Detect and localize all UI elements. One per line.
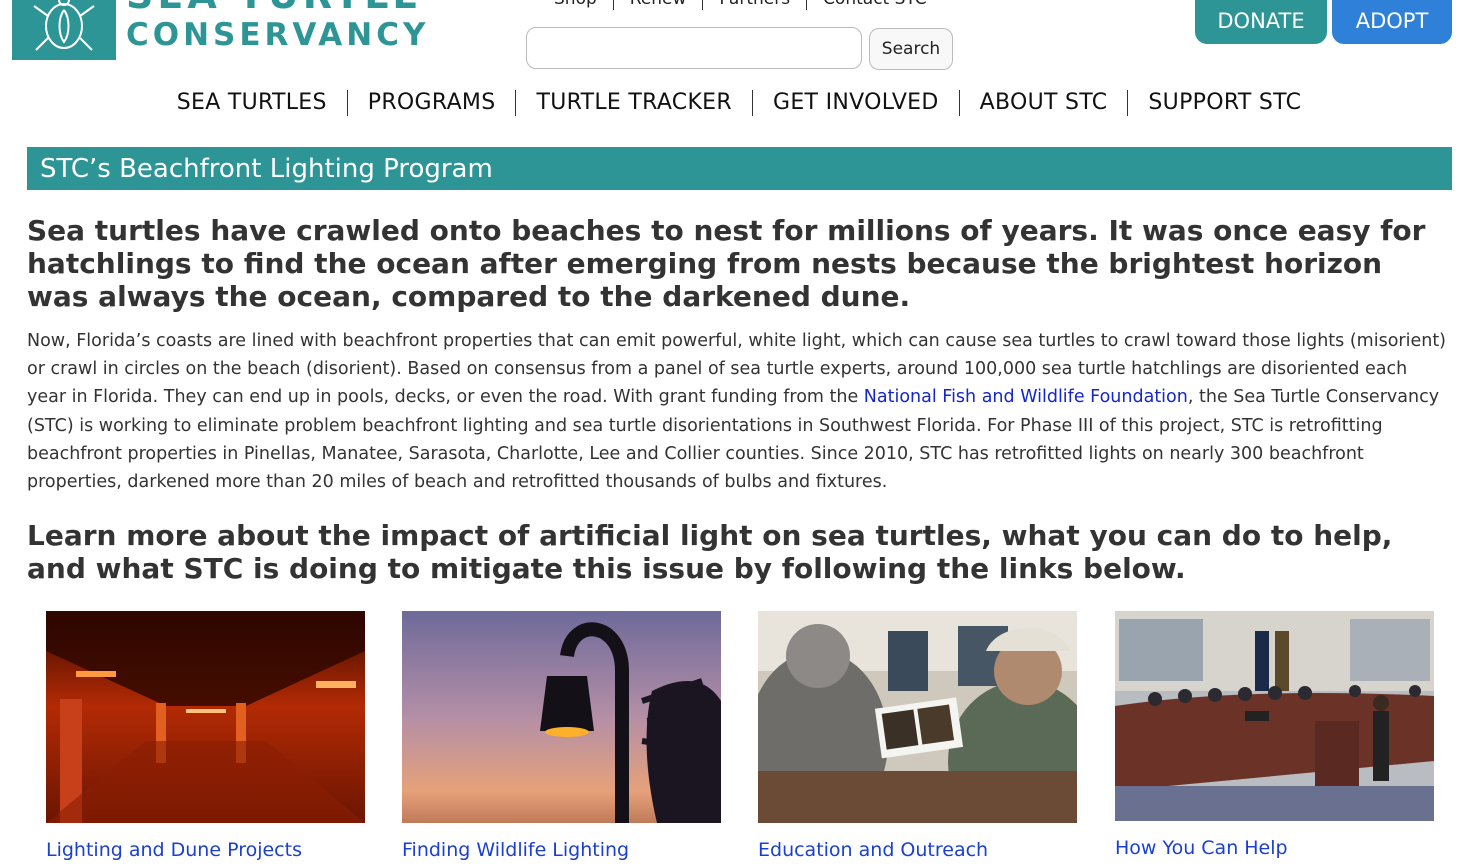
page-title-banner: STC’s Beachfront Lighting Program: [27, 147, 1452, 190]
street-lamp-image[interactable]: [402, 611, 721, 823]
nav-turtle-tracker[interactable]: TURTLE TRACKER: [516, 90, 753, 116]
utility-link-renew[interactable]: Renew: [614, 0, 704, 10]
card-lighting-dune-projects[interactable]: Lighting and Dune Projects: [46, 611, 366, 861]
nav-get-involved[interactable]: GET INVOLVED: [753, 90, 960, 116]
lead-paragraph: Sea turtles have crawled onto beaches to…: [27, 214, 1426, 313]
utility-link-shop[interactable]: Shop: [540, 0, 614, 10]
page-title: STC’s Beachfront Lighting Program: [40, 153, 493, 184]
parking-garage-image[interactable]: [46, 611, 365, 823]
adopt-button[interactable]: ADOPT: [1332, 0, 1452, 44]
card-education-outreach[interactable]: Education and Outreach: [758, 611, 1078, 861]
utility-nav: Shop Renew Partners Contact STC: [540, 0, 943, 10]
donate-button[interactable]: DONATE: [1195, 0, 1327, 44]
nav-about-stc[interactable]: ABOUT STC: [960, 90, 1129, 116]
site-logo[interactable]: SEA TURTLE CONSERVANCY: [12, 0, 429, 60]
nfwf-link[interactable]: National Fish and Wildlife Foundation: [864, 387, 1188, 407]
card-title-lighting-dune-projects[interactable]: Lighting and Dune Projects: [46, 839, 302, 861]
search-button[interactable]: Search: [869, 28, 953, 70]
logo-line-2: CONSERVANCY: [126, 17, 430, 53]
logo-line-1: SEA TURTLE: [126, 0, 429, 14]
nav-programs[interactable]: PROGRAMS: [348, 90, 517, 116]
utility-link-partners[interactable]: Partners: [703, 0, 808, 10]
card-how-you-can-help[interactable]: How You Can Help: [1115, 611, 1435, 859]
links-intro-heading: Learn more about the impact of artificia…: [27, 519, 1393, 585]
utility-link-contact[interactable]: Contact STC: [807, 0, 943, 10]
nav-sea-turtles[interactable]: SEA TURTLES: [157, 90, 348, 116]
search-input[interactable]: [526, 27, 862, 69]
card-title-education-outreach[interactable]: Education and Outreach: [758, 839, 988, 861]
council-chamber-image[interactable]: [1115, 611, 1434, 821]
turtle-logo-icon: [12, 0, 116, 60]
meeting-photo-image[interactable]: [758, 611, 1077, 823]
nav-support-stc[interactable]: SUPPORT STC: [1128, 90, 1321, 116]
logo-wordmark: SEA TURTLE CONSERVANCY: [126, 0, 429, 51]
card-finding-wildlife-lighting[interactable]: Finding Wildlife Lighting: [402, 611, 722, 861]
body-paragraph: Now, Florida’s coasts are lined with bea…: [27, 327, 1447, 496]
card-title-how-you-can-help[interactable]: How You Can Help: [1115, 837, 1288, 859]
card-title-finding-wildlife-lighting[interactable]: Finding Wildlife Lighting: [402, 839, 629, 861]
main-nav: SEA TURTLES PROGRAMS TURTLE TRACKER GET …: [0, 90, 1478, 116]
